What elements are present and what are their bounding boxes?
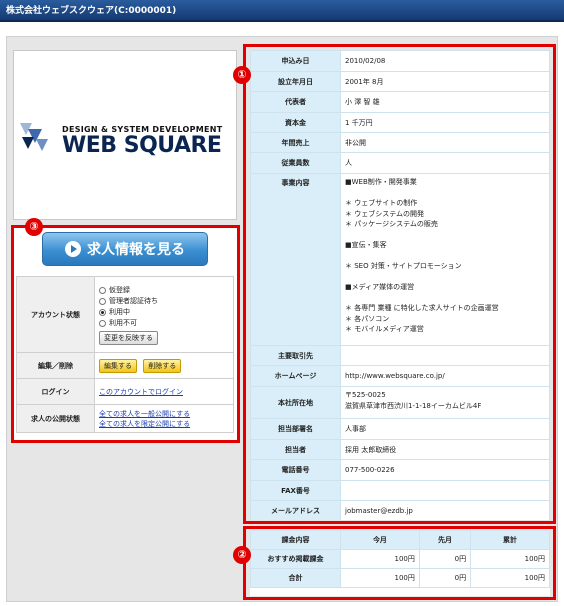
publish-all-limited-link[interactable]: 全ての求人を限定公開にする [99,419,229,429]
radio-icon[interactable] [99,297,106,305]
account-control-table: アカウント状態 仮登録 管理者認証待ち 利用中 利用不可 変更を反映する 編集／… [16,276,234,433]
radio-selected-icon[interactable] [99,308,106,316]
account-status-label: アカウント状態 [16,276,95,353]
status-option-pending[interactable]: 管理者認証待ち [99,296,229,307]
login-as-account-link[interactable]: このアカウントでログイン [99,387,229,397]
status-option-active[interactable]: 利用中 [99,307,229,318]
edit-delete-label: 編集／削除 [16,352,95,379]
radio-icon[interactable] [99,319,106,327]
login-label: ログイン [16,378,95,405]
highlight-frame-1 [243,44,556,524]
apply-changes-button[interactable]: 変更を反映する [99,330,158,345]
status-option-provisional[interactable]: 仮登録 [99,285,229,296]
badge-3: ③ [25,218,43,236]
badge-2: ② [233,546,251,564]
company-logo: DESIGN & SYSTEM DEVELOPMENT WEB SQUARE [13,50,237,220]
edit-button[interactable]: 編集する [99,358,137,373]
status-option-disabled[interactable]: 利用不可 [99,318,229,329]
highlight-frame-2 [243,526,556,600]
view-job-info-label: 求人情報を見る [87,242,185,258]
delete-button[interactable]: 削除する [143,358,182,373]
publish-all-public-link[interactable]: 全ての求人を一般公開にする [99,409,229,419]
view-job-info-button[interactable]: 求人情報を見る [42,232,208,266]
publish-status-label: 求人の公開状態 [16,404,95,433]
page-title: 株式会社ウェブスクウェア(C:0000001) [0,0,564,22]
logo-mark-icon [20,123,48,151]
radio-icon[interactable] [99,286,106,294]
logo-name: WEB SQUARE [62,133,222,158]
play-icon [65,241,81,257]
badge-1: ① [233,66,251,84]
